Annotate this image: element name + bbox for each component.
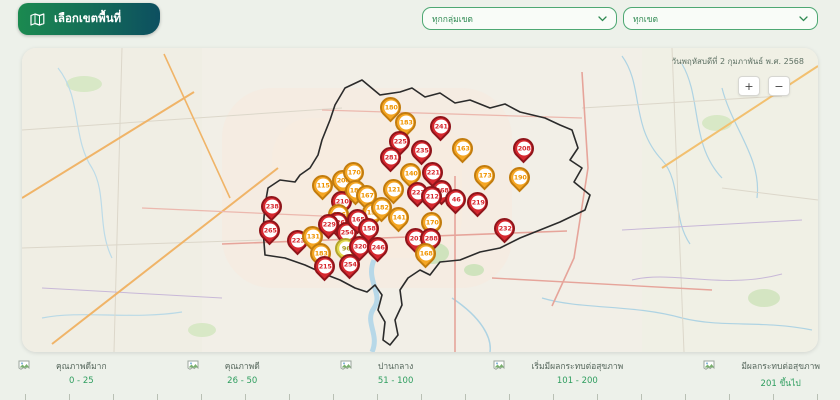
- aqi-legend: คุณภาพดีมาก 0 - 25 คุณภาพดี 26 - 50 ปานก: [0, 358, 840, 392]
- marker-value: 141: [391, 210, 405, 224]
- filter-bar: ทุกกลุ่มเขต ทุกเขต: [422, 7, 818, 30]
- marker-value: 158: [361, 221, 375, 235]
- marker-value: 167: [359, 188, 373, 202]
- marker-value: 182: [374, 200, 388, 214]
- map-marker[interactable]: 235: [406, 135, 436, 165]
- legend-label: มีผลกระทบต่อสุขภาพ: [741, 359, 820, 373]
- legend-range: 0 - 25: [69, 376, 94, 386]
- legend-broken-image-icon: [18, 358, 30, 372]
- map-marker[interactable]: 173: [469, 160, 499, 190]
- select-area-title: เลือกเขตพื้นที่: [54, 10, 121, 28]
- marker-layer: 1801832252412352211632082811731902684621…: [22, 48, 818, 352]
- legend-item: คุณภาพดีมาก 0 - 25: [18, 358, 107, 392]
- district-group-value: ทุกกลุ่มเขต: [432, 12, 473, 26]
- marker-value: 168: [418, 246, 432, 260]
- legend-range: 51 - 100: [378, 376, 414, 386]
- legend-label: คุณภาพดี: [225, 359, 260, 373]
- legend-broken-image-icon: [340, 358, 352, 372]
- district-group-select[interactable]: ทุกกลุ่มเขต: [422, 7, 617, 30]
- legend-item: มีผลกระทบต่อสุขภาพ 201 ขึ้นไป: [703, 358, 820, 392]
- marker-value: 320: [352, 239, 366, 253]
- marker-value: 238: [264, 199, 278, 213]
- legend-range: 201 ขึ้นไป: [761, 376, 801, 390]
- map-marker[interactable]: 219: [462, 187, 492, 217]
- district-value: ทุกเขต: [633, 12, 658, 26]
- marker-value: 208: [516, 141, 530, 155]
- marker-value: 281: [383, 150, 397, 164]
- marker-value: 265: [262, 223, 276, 237]
- map-marker[interactable]: 208: [508, 133, 538, 163]
- marker-value: 190: [512, 170, 526, 184]
- marker-value: 232: [497, 221, 511, 235]
- marker-value: 215: [317, 259, 331, 273]
- legend-label: คุณภาพดีมาก: [56, 359, 107, 373]
- marker-value: 46: [448, 192, 462, 206]
- map-marker[interactable]: 265: [254, 215, 284, 245]
- marker-value: 221: [425, 165, 439, 179]
- legend-item: ปานกลาง 51 - 100: [340, 358, 414, 392]
- district-select[interactable]: ทุกเขต: [623, 7, 818, 30]
- legend-broken-image-icon: [187, 358, 199, 372]
- legend-broken-image-icon: [493, 358, 505, 372]
- map-marker[interactable]: 190: [504, 162, 534, 192]
- map-icon: [30, 13, 45, 26]
- map-marker[interactable]: 238: [256, 191, 286, 221]
- map-zoom-controls: + −: [738, 76, 790, 96]
- bottom-ruler-ticks: [0, 393, 840, 400]
- marker-value: 235: [414, 143, 428, 157]
- marker-value: 254: [342, 257, 356, 271]
- legend-item: เริ่มมีผลกระทบต่อสุขภาพ 101 - 200: [493, 358, 623, 392]
- legend-range: 101 - 200: [557, 376, 598, 386]
- legend-item: คุณภาพดี 26 - 50: [187, 358, 260, 392]
- marker-value: 115: [315, 178, 329, 192]
- marker-value: 229: [321, 217, 335, 231]
- marker-value: 131: [305, 229, 319, 243]
- legend-label: เริ่มมีผลกระทบต่อสุขภาพ: [531, 359, 623, 373]
- marker-value: 246: [370, 240, 384, 254]
- marker-value: 225: [392, 134, 406, 148]
- legend-broken-image-icon: [703, 358, 715, 372]
- chevron-down-icon: [598, 16, 607, 22]
- map-marker[interactable]: 163: [447, 133, 477, 163]
- zoom-in-button[interactable]: +: [738, 76, 760, 96]
- map-date-label: วันพฤหัสบดีที่ 2 กุมภาพันธ์ พ.ศ. 2568: [672, 55, 804, 68]
- select-area-header: เลือกเขตพื้นที่: [18, 3, 160, 35]
- marker-value: 180: [383, 100, 397, 114]
- marker-value: 170: [346, 165, 360, 179]
- marker-value: 241: [433, 119, 447, 133]
- marker-value: 183: [398, 115, 412, 129]
- zoom-out-button[interactable]: −: [768, 76, 790, 96]
- district-map[interactable]: วันพฤหัสบดีที่ 2 กุมภาพันธ์ พ.ศ. 2568 + …: [22, 48, 818, 352]
- legend-range: 26 - 50: [227, 376, 257, 386]
- marker-value: 121: [386, 182, 400, 196]
- marker-value: 163: [455, 141, 469, 155]
- chevron-down-icon: [799, 16, 808, 22]
- marker-value: 140: [403, 166, 417, 180]
- marker-value: 219: [470, 195, 484, 209]
- legend-label: ปานกลาง: [378, 359, 413, 373]
- marker-value: 212: [424, 189, 438, 203]
- marker-value: 173: [477, 168, 491, 182]
- map-marker[interactable]: 241: [425, 111, 455, 141]
- map-marker[interactable]: 232: [489, 213, 519, 243]
